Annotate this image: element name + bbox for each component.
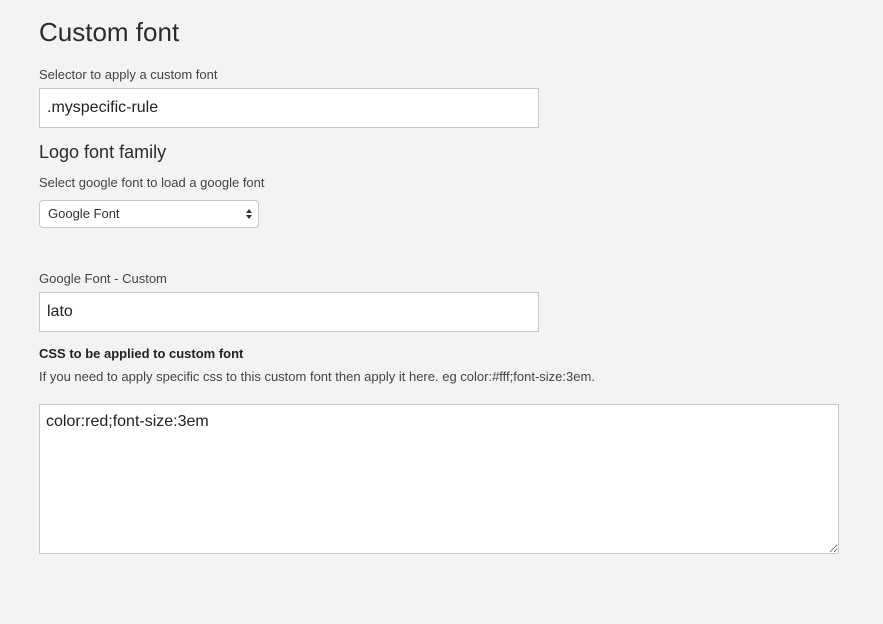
select-arrows-icon — [246, 209, 252, 219]
css-help-text: If you need to apply specific css to thi… — [39, 369, 595, 384]
google-font-select[interactable]: Google Font — [39, 200, 259, 228]
google-font-custom-input[interactable] — [39, 292, 539, 332]
css-textarea[interactable]: color:red;font-size:3em — [39, 404, 839, 554]
google-font-select-value: Google Font — [48, 206, 120, 221]
css-label: CSS to be applied to custom font — [39, 346, 244, 361]
google-font-custom-label: Google Font - Custom — [39, 271, 167, 286]
selector-label: Selector to apply a custom font — [39, 67, 218, 82]
selector-input[interactable] — [39, 88, 539, 128]
custom-font-heading: Custom font — [39, 17, 180, 47]
google-font-select-label: Select google font to load a google font — [39, 175, 265, 190]
logo-font-family-heading: Logo font family — [39, 142, 167, 162]
